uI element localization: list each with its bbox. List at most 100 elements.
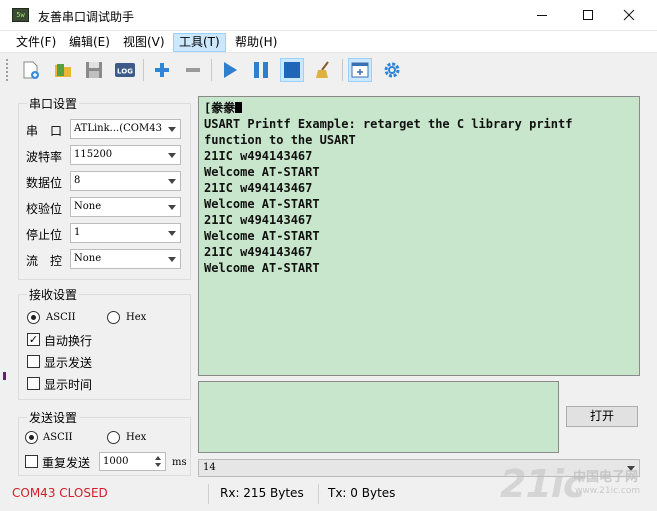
tx-count: Tx: 0 Bytes (328, 486, 396, 500)
settings-gear-icon (384, 62, 400, 78)
port-status: COM43 CLOSED (12, 486, 108, 500)
flow-select[interactable]: None (70, 249, 181, 269)
menu-tools[interactable]: 工具(T) (173, 33, 226, 52)
save-button[interactable] (82, 58, 106, 82)
chevron-down-icon (168, 231, 176, 236)
interval-value: 1000 (103, 456, 129, 467)
toolbar-separator (143, 59, 144, 81)
clear-broom-icon (316, 61, 329, 78)
rx-count: Rx: 215 Bytes (220, 486, 304, 500)
terminal-line: function to the USART (204, 133, 356, 147)
minimize-button[interactable] (519, 0, 565, 31)
watermark-logo: 21ic (500, 462, 585, 506)
toolbar-separator (211, 59, 212, 81)
pause-icon (254, 62, 268, 78)
history-value: 14 (203, 462, 216, 473)
maximize-button[interactable] (565, 0, 611, 31)
receive-settings-title: 接收设置 (27, 286, 80, 303)
menu-bar: 文件(F) 编辑(E) 视图(V) 工具(T) 帮助(H) (0, 31, 657, 53)
title-bar: 5w 友善串口调试助手 (0, 0, 657, 31)
parity-select[interactable]: None (70, 197, 181, 217)
remove-button[interactable] (181, 58, 205, 82)
stop-icon (284, 62, 300, 78)
add-icon (155, 63, 169, 77)
receive-hex-label: Hex (126, 312, 147, 323)
port-label: 串 口 (26, 124, 63, 138)
window-title: 友善串口调试助手 (38, 10, 135, 24)
chevron-down-icon (168, 205, 176, 210)
menu-view[interactable]: 视图(V) (118, 33, 170, 52)
stopbits-label: 停止位 (26, 228, 63, 242)
terminal-line: 21IC w494143467 (204, 181, 313, 195)
auto-wrap-label: 自动换行 (44, 334, 93, 348)
watermark-sub: 中国电子网 (573, 470, 639, 485)
databits-select[interactable]: 8 (70, 171, 181, 191)
receive-hex-radio[interactable] (107, 311, 120, 324)
log-icon: LOG (115, 63, 135, 77)
run-button[interactable] (218, 58, 242, 82)
new-button[interactable] (19, 58, 43, 82)
port-select[interactable]: ATLink...(COM43 (70, 119, 181, 139)
chevron-down-icon (168, 179, 176, 184)
interval-stepper[interactable]: 1000 (99, 452, 166, 471)
app-logo-icon: 5w (12, 8, 29, 22)
terminal-line: 21IC w494143467 (204, 245, 313, 259)
show-time-label: 显示时间 (44, 378, 93, 392)
chevron-up-icon[interactable] (153, 454, 164, 462)
minimize-icon (537, 15, 547, 16)
show-time-checkbox[interactable] (27, 377, 40, 390)
menu-edit[interactable]: 编辑(E) (64, 33, 115, 52)
add-button[interactable] (150, 58, 174, 82)
repeat-send-label: 重复发送 (42, 456, 91, 470)
open-port-button[interactable]: 打开 (566, 406, 638, 427)
add-window-icon (351, 62, 369, 78)
terminal-line: Welcome AT-START (204, 165, 320, 179)
baud-select[interactable]: 115200 (70, 145, 181, 165)
repeat-send-checkbox[interactable] (25, 455, 38, 468)
pause-button[interactable] (249, 58, 273, 82)
chevron-down-icon (168, 257, 176, 262)
run-icon (224, 62, 237, 78)
menu-file[interactable]: 文件(F) (11, 33, 61, 52)
add-window-button[interactable] (348, 58, 372, 82)
send-settings-title: 发送设置 (27, 409, 80, 426)
chevron-down-icon[interactable] (153, 462, 164, 470)
send-hex-radio[interactable] (107, 431, 120, 444)
receive-ascii-radio[interactable] (27, 311, 40, 324)
parity-label: 校验位 (26, 202, 63, 216)
clear-button[interactable] (312, 58, 336, 82)
serial-settings-title: 串口设置 (27, 95, 80, 112)
text-cursor (235, 102, 243, 113)
log-button[interactable]: LOG (113, 58, 137, 82)
stop-button[interactable] (280, 58, 304, 82)
status-divider (208, 484, 209, 504)
receive-terminal[interactable]: [豢豢 USART Printf Example: retarget the C… (198, 96, 640, 376)
terminal-line: Welcome AT-START (204, 197, 320, 211)
chevron-down-icon (168, 153, 176, 158)
receive-ascii-label: ASCII (46, 312, 76, 323)
send-input[interactable] (198, 381, 559, 453)
close-button[interactable] (606, 0, 652, 31)
terminal-line: USART Printf Example: retarget the C lib… (204, 117, 573, 131)
settings-button[interactable] (380, 58, 404, 82)
menu-help[interactable]: 帮助(H) (230, 33, 282, 52)
remove-icon (186, 68, 200, 72)
flow-label: 流 控 (26, 254, 63, 268)
send-ascii-radio[interactable] (25, 431, 38, 444)
new-icon (23, 61, 39, 79)
baud-label: 波特率 (26, 150, 63, 164)
auto-wrap-checkbox[interactable]: ✓ (27, 333, 40, 346)
save-icon (86, 62, 102, 78)
watermark-url: www.21ic.com (575, 486, 641, 496)
show-send-checkbox[interactable] (27, 355, 40, 368)
chevron-down-icon (168, 127, 176, 132)
send-hex-label: Hex (126, 432, 147, 443)
show-send-label: 显示发送 (44, 356, 93, 370)
toolbar-separator (342, 59, 343, 81)
terminal-line: 21IC w494143467 (204, 213, 313, 227)
interval-unit: ms (172, 457, 187, 468)
send-ascii-label: ASCII (43, 432, 73, 443)
svg-text:LOG: LOG (117, 68, 133, 76)
stopbits-select[interactable]: 1 (70, 223, 181, 243)
open-button-toolbar[interactable] (51, 58, 75, 82)
